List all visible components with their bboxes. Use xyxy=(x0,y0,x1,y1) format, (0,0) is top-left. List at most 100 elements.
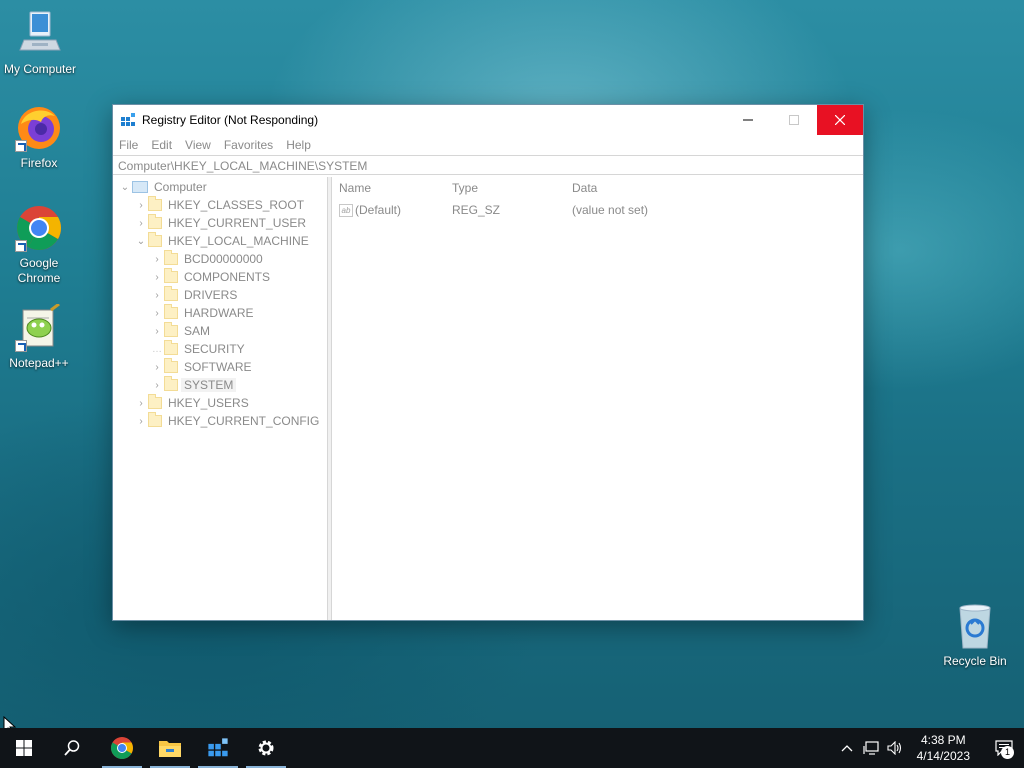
registry-editor-window[interactable]: Registry Editor (Not Responding) File Ed… xyxy=(112,104,864,621)
minimize-button[interactable] xyxy=(725,105,771,135)
recycle-bin-icon xyxy=(951,602,999,650)
menu-favorites[interactable]: Favorites xyxy=(224,138,273,152)
tree-node-software[interactable]: › SOFTWARE xyxy=(113,358,327,376)
tree-node-label: BCD00000000 xyxy=(184,252,263,266)
computer-icon xyxy=(16,10,64,58)
volume-button[interactable] xyxy=(883,741,907,755)
taskbar-settings[interactable] xyxy=(242,728,290,768)
tree-node-hkey-classes-root[interactable]: › HKEY_CLASSES_ROOT xyxy=(113,196,327,214)
tree-node-label: SOFTWARE xyxy=(184,360,252,374)
chevron-right-icon[interactable]: › xyxy=(134,214,148,232)
search-button[interactable] xyxy=(48,728,96,768)
show-hidden-icons-button[interactable] xyxy=(835,744,859,752)
tree-node-sam[interactable]: › SAM xyxy=(113,322,327,340)
chevron-down-icon[interactable]: ⌄ xyxy=(118,178,132,196)
list-header: Name Type Data xyxy=(332,177,863,199)
chevron-right-icon[interactable]: › xyxy=(150,268,164,286)
folder-icon xyxy=(164,322,178,337)
tree-node-hardware[interactable]: › HARDWARE xyxy=(113,304,327,322)
folder-icon xyxy=(148,394,162,409)
desktop-icon-notepad-plus-plus[interactable]: Notepad++ xyxy=(0,302,79,371)
values-list[interactable]: Name Type Data ab (Default) REG_SZ (value… xyxy=(332,177,863,620)
taskbar-chrome[interactable] xyxy=(98,728,146,768)
tree-node-hkey-local-machine[interactable]: ⌄ HKEY_LOCAL_MACHINE xyxy=(113,232,327,250)
maximize-button[interactable] xyxy=(771,105,817,135)
menu-edit[interactable]: Edit xyxy=(151,138,172,152)
windows-logo-icon xyxy=(16,740,32,756)
desktop-icon-label: My Computer xyxy=(3,62,77,76)
chevron-right-icon[interactable]: › xyxy=(150,358,164,376)
start-button[interactable] xyxy=(0,728,48,768)
desktop-icon-google-chrome[interactable]: Google Chrome xyxy=(0,204,79,286)
menu-help[interactable]: Help xyxy=(286,138,311,152)
gear-icon xyxy=(258,740,274,756)
list-item[interactable]: ab (Default) REG_SZ (value not set) xyxy=(332,199,863,221)
registry-editor-icon xyxy=(208,738,228,757)
desktop-icon-label: Firefox xyxy=(20,156,58,170)
tree-node-hkey-current-user[interactable]: › HKEY_CURRENT_USER xyxy=(113,214,327,232)
desktop-icon-my-computer[interactable]: My Computer xyxy=(0,10,80,77)
tree-node-label: HKEY_CLASSES_ROOT xyxy=(168,198,305,212)
tree-node-bcd00000000[interactable]: › BCD00000000 xyxy=(113,250,327,268)
close-button[interactable] xyxy=(817,105,863,135)
folder-icon xyxy=(148,232,162,247)
folder-icon xyxy=(164,376,178,391)
computer-icon xyxy=(132,181,148,193)
desktop-icon-label: Recycle Bin xyxy=(943,654,1007,668)
column-header-type[interactable]: Type xyxy=(452,181,572,195)
tree-node-hkey-users[interactable]: › HKEY_USERS xyxy=(113,394,327,412)
chevron-right-icon[interactable]: › xyxy=(134,196,148,214)
menu-view[interactable]: View xyxy=(185,138,211,152)
desktop-icon-recycle-bin[interactable]: Recycle Bin xyxy=(935,602,1015,669)
chevron-right-icon[interactable]: › xyxy=(134,394,148,412)
address-bar[interactable]: Computer\HKEY_LOCAL_MACHINE\SYSTEM xyxy=(113,155,863,175)
tree-node-label: DRIVERS xyxy=(184,288,238,302)
folder-icon xyxy=(164,358,178,373)
tree-node-label: HKEY_LOCAL_MACHINE xyxy=(168,234,309,248)
menu-bar: File Edit View Favorites Help xyxy=(113,135,863,155)
title-bar[interactable]: Registry Editor (Not Responding) xyxy=(113,105,863,135)
tree-connector-icon: … xyxy=(152,343,162,355)
tree-node-hkey-current-config[interactable]: › HKEY_CURRENT_CONFIG xyxy=(113,412,327,430)
window-title: Registry Editor (Not Responding) xyxy=(142,113,319,127)
chrome-icon xyxy=(111,737,133,759)
system-tray: 4:38 PM 4/14/2023 1 xyxy=(835,728,1024,768)
taskbar-registry-editor[interactable] xyxy=(194,728,242,768)
menu-file[interactable]: File xyxy=(119,138,138,152)
chevron-right-icon[interactable]: › xyxy=(150,322,164,340)
clock[interactable]: 4:38 PM 4/14/2023 xyxy=(917,732,970,764)
tree-node-label: SYSTEM xyxy=(181,378,237,392)
chevron-right-icon[interactable]: › xyxy=(134,412,148,430)
tree-node-label: HKEY_CURRENT_CONFIG xyxy=(168,414,320,428)
chevron-right-icon[interactable]: › xyxy=(150,304,164,322)
tree-node-drivers[interactable]: › DRIVERS xyxy=(113,286,327,304)
tree-node-label: HKEY_CURRENT_USER xyxy=(168,216,307,230)
chevron-down-icon[interactable]: ⌄ xyxy=(134,232,148,250)
folder-icon xyxy=(148,196,162,211)
tree-node-security[interactable]: … SECURITY xyxy=(113,340,327,358)
chevron-up-icon xyxy=(841,745,853,752)
action-center-button[interactable]: 1 xyxy=(984,728,1024,768)
tree-node-system[interactable]: › SYSTEM xyxy=(113,376,327,394)
desktop-icon-label: Google Chrome xyxy=(17,256,61,285)
shortcut-arrow-icon xyxy=(15,340,27,352)
tree-node-label: SECURITY xyxy=(184,342,245,356)
column-header-data[interactable]: Data xyxy=(572,181,772,195)
chevron-right-icon[interactable]: › xyxy=(150,250,164,268)
tree-node-computer[interactable]: ⌄ Computer xyxy=(113,178,327,196)
value-data: (value not set) xyxy=(572,203,649,217)
taskbar-file-explorer[interactable] xyxy=(146,728,194,768)
firefox-icon xyxy=(15,104,63,152)
chevron-right-icon[interactable]: › xyxy=(150,376,164,394)
registry-tree[interactable]: ⌄ Computer › HKEY_CLASSES_ROOT › HKEY_CU… xyxy=(113,177,328,620)
clock-date: 4/14/2023 xyxy=(916,749,970,763)
taskbar: 4:38 PM 4/14/2023 1 xyxy=(0,728,1024,768)
folder-icon xyxy=(164,268,178,283)
clock-time: 4:38 PM xyxy=(920,733,966,747)
chrome-icon xyxy=(15,204,63,252)
column-header-name[interactable]: Name xyxy=(332,181,452,195)
chevron-right-icon[interactable]: › xyxy=(150,286,164,304)
tree-node-components[interactable]: › COMPONENTS xyxy=(113,268,327,286)
desktop-icon-firefox[interactable]: Firefox xyxy=(0,104,79,171)
network-button[interactable] xyxy=(859,741,883,755)
